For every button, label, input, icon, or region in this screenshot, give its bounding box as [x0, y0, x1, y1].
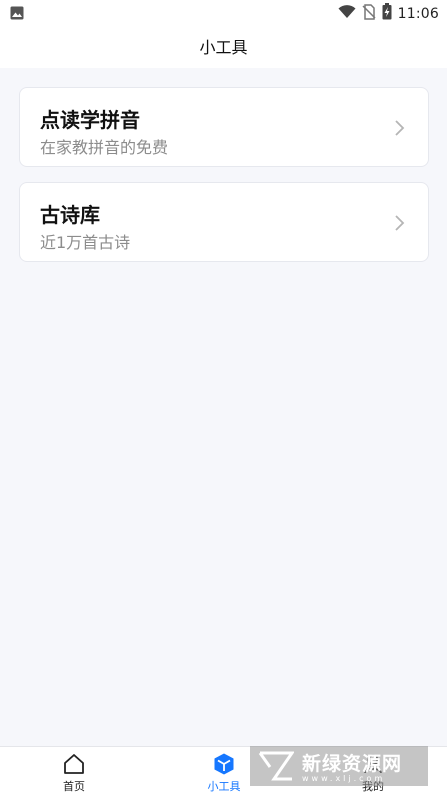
watermark: 新绿资源网 www.xlj.com: [250, 746, 428, 786]
chevron-right-icon: [392, 119, 406, 137]
watermark-text: 新绿资源网: [302, 753, 403, 775]
watermark-logo-icon: [258, 751, 295, 781]
tab-label: 首页: [63, 780, 85, 793]
battery-charging-icon: [382, 3, 392, 24]
status-bar: 11:06: [0, 0, 447, 24]
tab-home[interactable]: 首页: [34, 747, 114, 796]
home-icon: [62, 752, 86, 776]
tool-card-poems[interactable]: 古诗库 近1万首古诗: [19, 182, 429, 262]
watermark-subtext: www.xlj.com: [302, 774, 386, 783]
tool-card-subtitle: 在家教拼音的免费: [40, 138, 169, 157]
image-icon: [10, 5, 24, 24]
no-sim-icon: [362, 3, 376, 24]
page-title: 小工具: [199, 38, 248, 57]
tool-card-title: 古诗库: [40, 203, 100, 227]
tool-card-subtitle: 近1万首古诗: [40, 233, 131, 252]
chevron-right-icon: [392, 214, 406, 232]
tab-label: 小工具: [207, 780, 241, 793]
tool-card-title: 点读学拼音: [40, 108, 140, 132]
tool-card-pinyin[interactable]: 点读学拼音 在家教拼音的免费: [19, 87, 429, 167]
app-bar: 小工具: [0, 24, 447, 68]
cube-icon: [212, 752, 236, 776]
status-time: 11:06: [397, 5, 439, 22]
tools-list: 点读学拼音 在家教拼音的免费 古诗库 近1万首古诗: [0, 68, 447, 746]
wifi-icon: [338, 4, 356, 23]
